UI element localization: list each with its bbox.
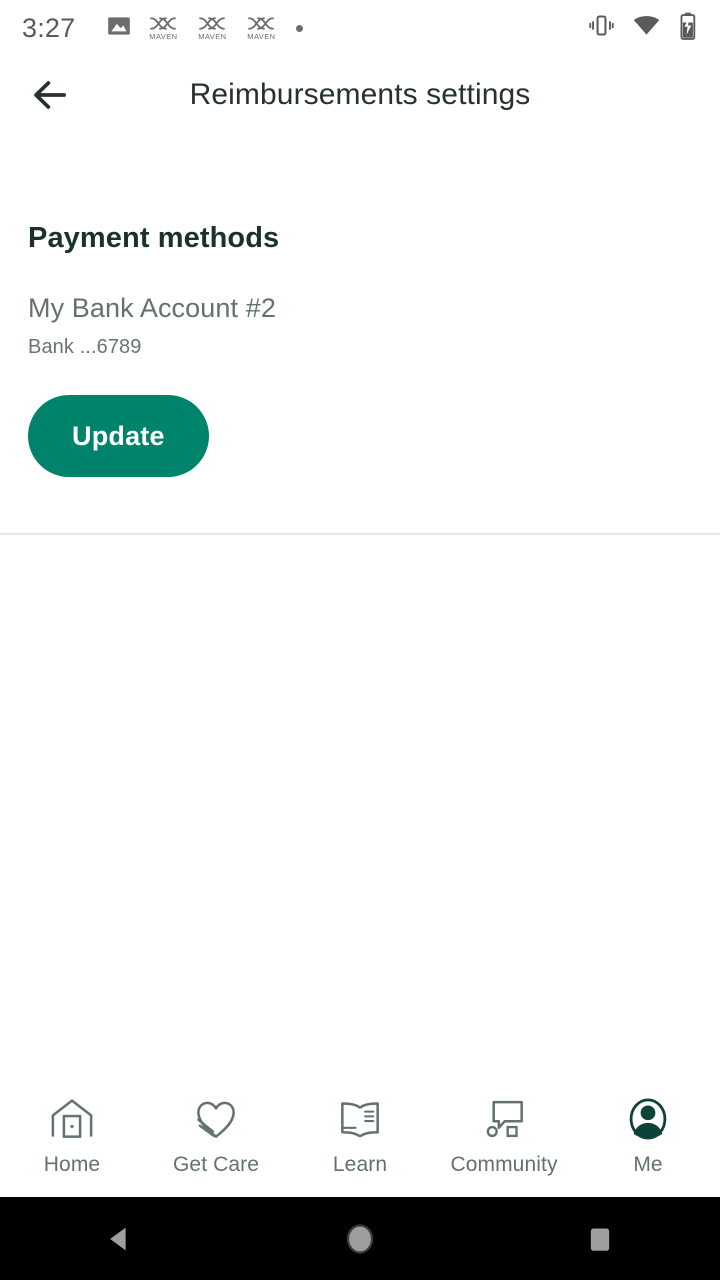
maven-label-3: MAVEN [247, 31, 276, 41]
open-book-icon [335, 1094, 385, 1144]
nav-label-home: Home [43, 1153, 101, 1176]
nav-item-learn[interactable]: Learn [288, 1094, 432, 1177]
vibrate-icon [588, 12, 615, 44]
back-button[interactable] [24, 69, 76, 121]
nav-label-community: Community [450, 1153, 558, 1176]
nav-label-learn: Learn [332, 1153, 388, 1176]
nav-item-get-care[interactable]: Get Care [144, 1094, 288, 1177]
more-notifications-dot [296, 24, 304, 32]
speech-bubble-icon [479, 1094, 529, 1144]
bottom-navigation-bar: Home Get Care Learn Community Me [0, 1080, 720, 1197]
status-bar-clock: 3:27 [22, 12, 76, 43]
app-screen: 3:27 MAVEN MAVEN MAVEN Reimbursements se… [0, 0, 720, 1280]
battery-charging-icon [678, 12, 698, 45]
profile-avatar-icon [623, 1094, 673, 1144]
android-home-button[interactable] [300, 1197, 420, 1280]
maven-notification-icon-2: MAVEN [194, 16, 230, 41]
maven-notification-icon-1: MAVEN [145, 16, 181, 41]
heart-hand-icon [191, 1094, 241, 1144]
status-bar-right [588, 11, 698, 45]
payment-method-details: Bank ...6789 [28, 336, 142, 358]
payment-method-name: My Bank Account #2 [28, 293, 276, 323]
photo-icon [106, 13, 132, 44]
page-title: Reimbursements settings [189, 78, 531, 111]
wifi-icon [632, 11, 661, 45]
maven-label-2: MAVEN [198, 31, 227, 41]
nav-item-community[interactable]: Community [432, 1094, 576, 1177]
status-bar: 3:27 MAVEN MAVEN MAVEN [0, 0, 720, 56]
section-divider [0, 533, 720, 535]
nav-label-me: Me [633, 1153, 663, 1176]
nav-item-me[interactable]: Me [576, 1094, 720, 1177]
android-recents-button[interactable] [540, 1197, 660, 1280]
maven-label-1: MAVEN [149, 31, 178, 41]
update-button[interactable]: Update [28, 395, 209, 477]
android-back-button[interactable] [60, 1197, 180, 1280]
android-system-nav [0, 1197, 720, 1280]
main-content: Payment methods My Bank Account #2 Bank … [0, 134, 720, 1080]
maven-notification-icon-3: MAVEN [243, 16, 279, 41]
status-bar-left: 3:27 MAVEN MAVEN MAVEN [22, 13, 588, 44]
app-bar: Reimbursements settings [0, 56, 720, 134]
nav-label-get-care: Get Care [173, 1153, 259, 1176]
section-title-payment-methods: Payment methods [28, 222, 280, 254]
nav-item-home[interactable]: Home [0, 1094, 144, 1177]
home-icon [47, 1094, 97, 1144]
